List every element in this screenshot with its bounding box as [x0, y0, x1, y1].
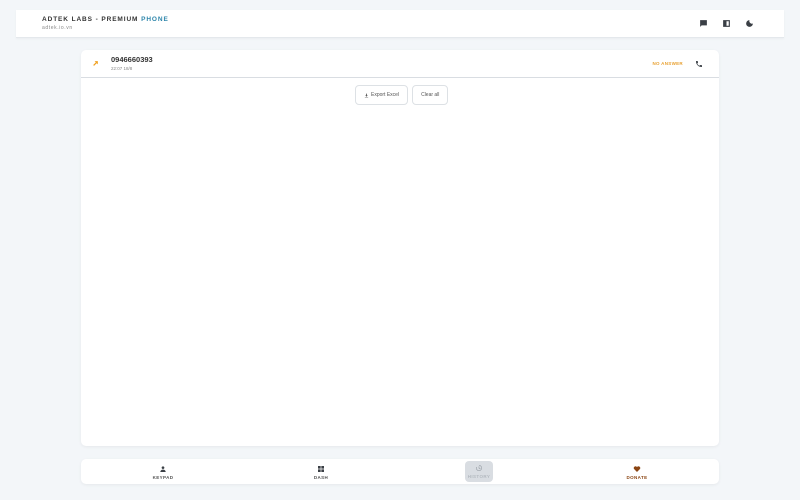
moon-icon[interactable]: [744, 18, 754, 28]
brand-subtitle: adtek.io.vn: [42, 25, 73, 31]
export-excel-label: Export Excel: [371, 92, 400, 98]
brand-title-accent: PHONE: [141, 16, 169, 23]
call-number: 0946660393: [111, 55, 153, 64]
call-log-row[interactable]: 0946660393 22:07 18/8 NO ANSWER: [81, 50, 719, 78]
nav-label-donate: DONATE: [626, 474, 648, 480]
header-actions: [698, 18, 754, 28]
nav-item-donate[interactable]: DONATE: [617, 462, 657, 482]
clear-all-label: Clear all: [421, 92, 440, 98]
person-icon: [160, 465, 166, 472]
bottom-nav: KEYPAD DASH HISTORY DONATE: [81, 459, 719, 484]
history-actions: Export Excel Clear all: [355, 85, 449, 105]
download-icon: [364, 93, 369, 97]
grid-icon: [318, 465, 324, 472]
call-status: NO ANSWER: [652, 61, 683, 66]
top-header: ADTEK LABS - PREMIUM PHONE adtek.io.vn: [16, 10, 784, 38]
nav-label-keypad: KEYPAD: [152, 474, 174, 480]
clear-all-button[interactable]: Clear all: [412, 85, 449, 105]
heart-icon: [633, 465, 641, 472]
phone-icon[interactable]: [694, 59, 703, 68]
nav-item-keypad[interactable]: KEYPAD: [143, 462, 183, 482]
nav-item-history[interactable]: HISTORY: [465, 461, 493, 482]
chat-icon[interactable]: [698, 18, 708, 28]
brand: ADTEK LABS - PREMIUM PHONE adtek.io.vn: [42, 15, 169, 32]
export-excel-button[interactable]: Export Excel: [355, 85, 409, 105]
nav-item-dash[interactable]: DASH: [301, 462, 341, 482]
call-history-panel: 0946660393 22:07 18/8 NO ANSWER Export E…: [81, 50, 719, 446]
history-icon: [475, 465, 482, 471]
nav-label-history: HISTORY: [467, 474, 491, 479]
nav-label-dash: DASH: [313, 474, 329, 480]
brand-title: ADTEK LABS - PREMIUM PHONE: [42, 15, 169, 24]
layout-icon[interactable]: [721, 18, 731, 28]
call-time: 22:07 18/8: [111, 66, 133, 71]
outgoing-call-icon: [91, 59, 99, 67]
brand-title-main: ADTEK LABS - PREMIUM: [42, 16, 142, 23]
